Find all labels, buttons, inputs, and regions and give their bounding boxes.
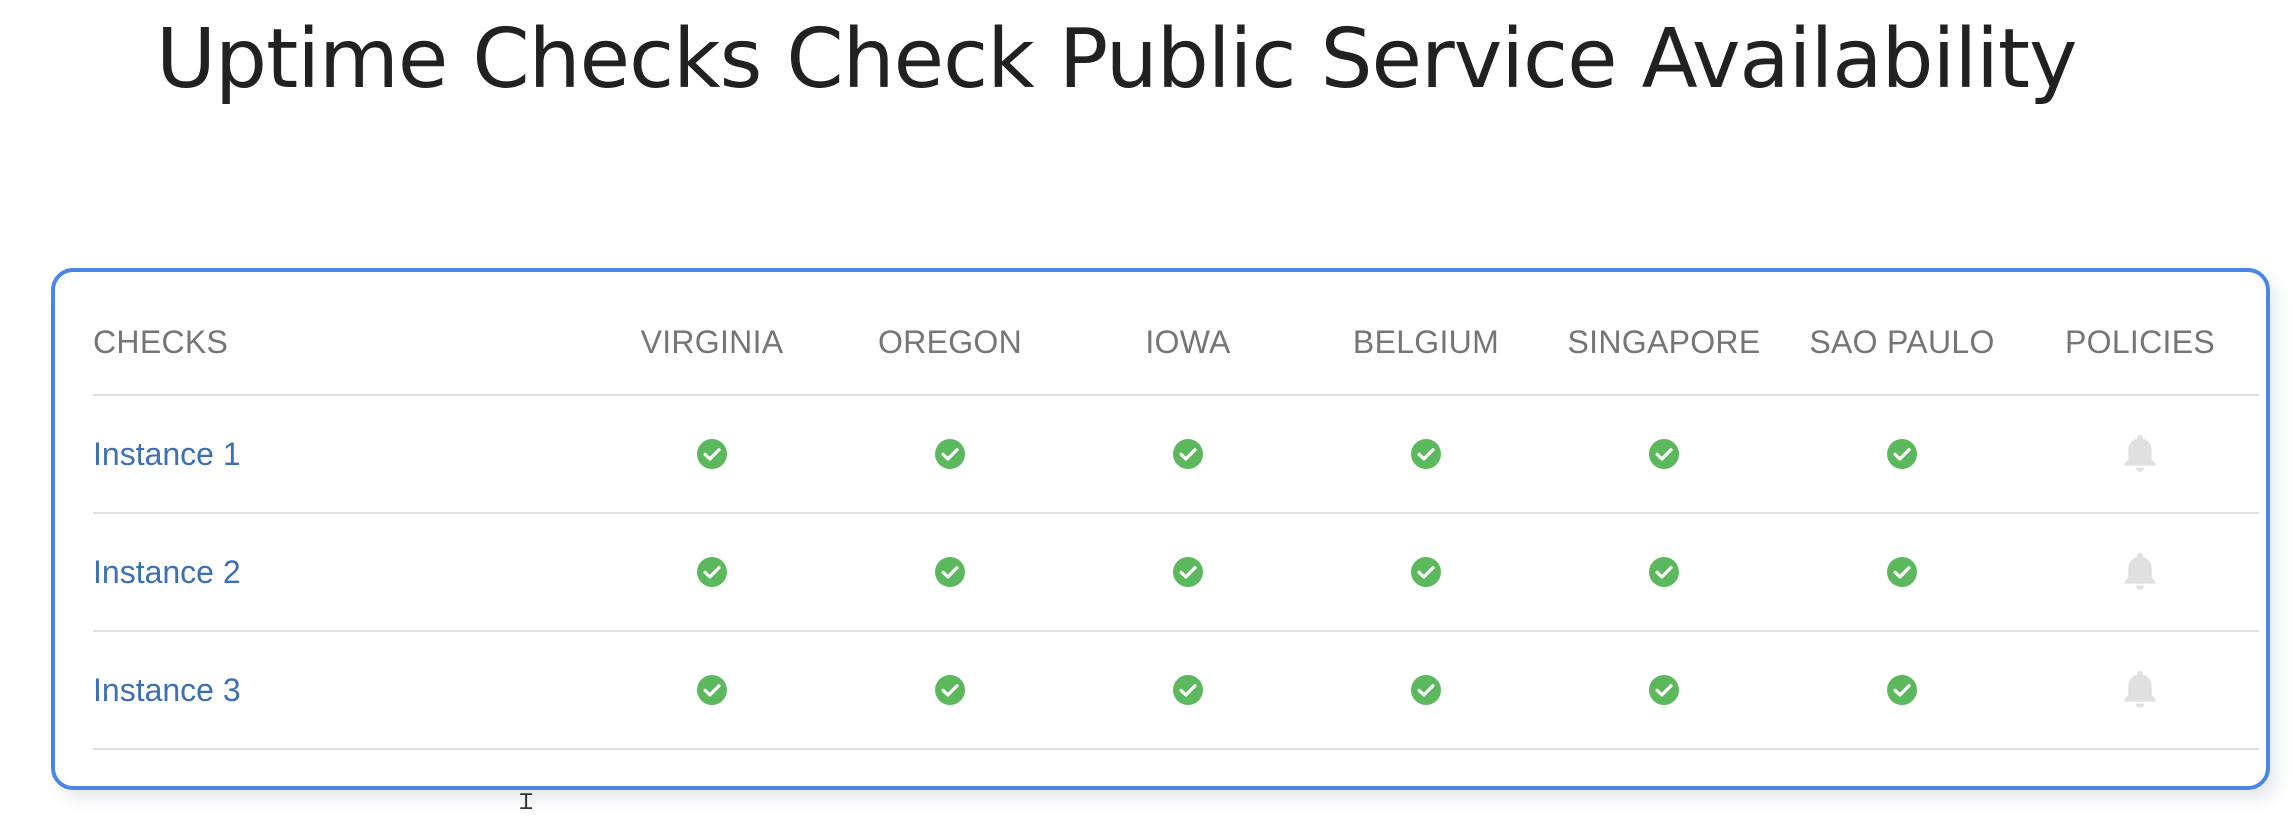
status-cell-virginia [593,513,831,631]
status-cell-virginia [593,631,831,749]
bell-icon[interactable] [2120,668,2160,712]
status-cell-iowa [1069,513,1307,631]
column-header-oregon[interactable]: OREGON [831,272,1069,395]
status-cell-belgium [1307,395,1545,513]
uptime-checks-table: CHECKS VIRGINIA OREGON IOWA BELGIUM SING… [93,272,2259,750]
table-row: Instance 3 [93,631,2259,749]
check-circle-icon [697,557,727,587]
status-cell-sao-paulo [1783,513,2021,631]
check-name-cell: Instance 2 [93,513,593,631]
column-header-singapore[interactable]: SINGAPORE [1545,272,1783,395]
column-header-checks[interactable]: CHECKS [93,272,593,395]
table-row: Instance 1 [93,395,2259,513]
status-cell-singapore [1545,395,1783,513]
check-instance-link[interactable]: Instance 1 [93,436,241,472]
slide-title: Uptime Checks Check Public Service Avail… [156,12,2078,107]
status-cell-sao-paulo [1783,631,2021,749]
check-circle-icon [1411,439,1441,469]
check-circle-icon [1173,557,1203,587]
table-row: Instance 2 [93,513,2259,631]
status-cell-sao-paulo [1783,395,2021,513]
check-circle-icon [1649,675,1679,705]
text-cursor-icon: Ɪ [520,790,533,815]
status-cell-virginia [593,395,831,513]
column-header-policies[interactable]: POLICIES [2021,272,2259,395]
check-name-cell: Instance 1 [93,395,593,513]
check-circle-icon [1649,439,1679,469]
check-circle-icon [1411,675,1441,705]
column-header-virginia[interactable]: VIRGINIA [593,272,831,395]
status-cell-iowa [1069,631,1307,749]
check-circle-icon [1649,557,1679,587]
check-instance-link[interactable]: Instance 2 [93,554,241,590]
status-cell-belgium [1307,513,1545,631]
column-header-sao-paulo[interactable]: SAO PAULO [1783,272,2021,395]
check-circle-icon [935,439,965,469]
check-circle-icon [1887,675,1917,705]
status-cell-oregon [831,631,1069,749]
status-cell-singapore [1545,631,1783,749]
bell-icon[interactable] [2120,550,2160,594]
policy-cell [2021,395,2259,513]
check-instance-link[interactable]: Instance 3 [93,672,241,708]
check-circle-icon [1887,439,1917,469]
status-cell-iowa [1069,395,1307,513]
status-cell-oregon [831,395,1069,513]
check-circle-icon [697,675,727,705]
status-cell-belgium [1307,631,1545,749]
check-circle-icon [935,557,965,587]
status-cell-singapore [1545,513,1783,631]
check-circle-icon [935,675,965,705]
table-header-row: CHECKS VIRGINIA OREGON IOWA BELGIUM SING… [93,272,2259,395]
check-circle-icon [1173,675,1203,705]
status-cell-oregon [831,513,1069,631]
check-circle-icon [1887,557,1917,587]
column-header-iowa[interactable]: IOWA [1069,272,1307,395]
column-header-belgium[interactable]: BELGIUM [1307,272,1545,395]
check-name-cell: Instance 3 [93,631,593,749]
check-circle-icon [1173,439,1203,469]
check-circle-icon [697,439,727,469]
uptime-checks-panel: CHECKS VIRGINIA OREGON IOWA BELGIUM SING… [51,268,2270,790]
bell-icon[interactable] [2120,432,2160,476]
check-circle-icon [1411,557,1441,587]
policy-cell [2021,631,2259,749]
policy-cell [2021,513,2259,631]
